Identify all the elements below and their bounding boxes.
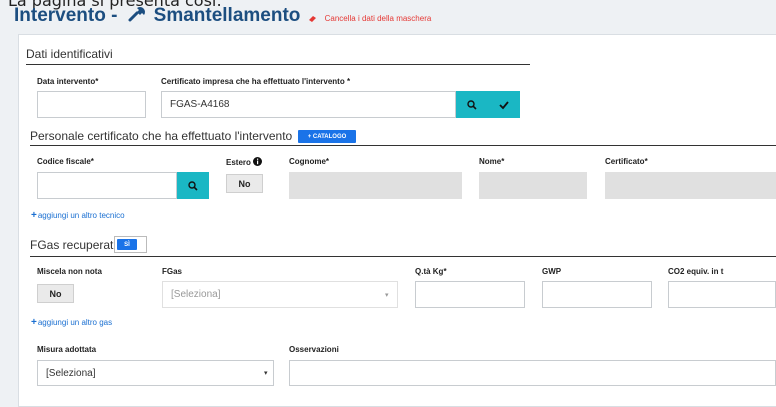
search-button[interactable] — [456, 91, 488, 118]
clear-form-link[interactable]: Cancella i dati della maschera — [325, 14, 432, 23]
osservazioni-label: Osservazioni — [289, 345, 339, 354]
wrench-icon — [128, 6, 145, 22]
misura-select[interactable]: [Seleziona] ▾ — [37, 360, 274, 386]
miscela-toggle[interactable]: No — [37, 284, 74, 303]
search-codice-button[interactable] — [177, 172, 209, 199]
plus-icon: + — [31, 210, 37, 221]
info-icon — [253, 157, 263, 166]
add-technician-label: aggiungi un altro tecnico — [37, 211, 125, 220]
section-divider — [26, 64, 530, 65]
codice-fiscale-input[interactable] — [37, 172, 177, 199]
fgas-toggle[interactable]: SÌ — [114, 236, 147, 253]
estero-label: Estero — [226, 157, 263, 167]
page-title: Intervento - Smantellamento Cancella i d… — [14, 5, 431, 27]
fgas-toggle-on: SÌ — [117, 239, 137, 250]
section-title-fgas: FGas recuperati — [30, 238, 117, 252]
estero-label-text: Estero — [226, 158, 251, 167]
title-main: Smantellamento — [153, 5, 301, 26]
misura-label: Misura adottata — [37, 345, 97, 354]
section-divider — [30, 256, 776, 257]
osservazioni-input[interactable] — [289, 360, 776, 386]
add-gas-label: aggiungi un altro gas — [37, 318, 113, 327]
data-intervento-label: Data intervento* — [37, 77, 99, 86]
form-panel — [18, 34, 776, 407]
cognome-field — [289, 172, 462, 199]
fgas-label: FGas — [162, 267, 183, 276]
certificato-field — [605, 172, 776, 199]
fgas-select-value: [Seleziona] — [171, 289, 221, 300]
section-divider — [30, 145, 776, 146]
certificato-label: Certificato* — [605, 157, 648, 166]
qta-input[interactable] — [415, 281, 525, 308]
fgas-select[interactable]: [Seleziona] ▾ — [162, 281, 398, 308]
add-technician-link[interactable]: +aggiungi un altro tecnico — [31, 210, 125, 221]
catalog-button[interactable]: + CATALOGO — [298, 130, 356, 143]
nome-label: Nome* — [479, 157, 505, 166]
certificato-impresa-input[interactable]: FGAS-A4168 — [161, 91, 456, 118]
data-intervento-input[interactable] — [37, 91, 146, 118]
codice-fiscale-label: Codice fiscale* — [37, 157, 94, 166]
certificato-impresa-value: FGAS-A4168 — [170, 99, 230, 110]
qta-label: Q.tà Kg* — [415, 267, 447, 276]
section-title-personale: Personale certificato che ha effettuato … — [30, 129, 293, 143]
co2-label: CO2 equiv. in t — [668, 267, 724, 276]
misura-select-value: [Seleziona] — [46, 367, 96, 379]
gwp-label: GWP — [542, 267, 562, 276]
estero-toggle[interactable]: No — [226, 174, 263, 193]
section-title-dati: Dati identificativi — [26, 47, 113, 61]
gwp-input[interactable] — [542, 281, 652, 308]
add-gas-link[interactable]: +aggiungi un altro gas — [31, 317, 112, 328]
chevron-down-icon: ▾ — [385, 292, 389, 299]
miscela-label: Miscela non nota — [37, 267, 102, 276]
co2-input[interactable] — [668, 281, 776, 308]
search-icon — [188, 180, 198, 191]
title-prefix: Intervento - — [14, 5, 118, 26]
search-icon — [467, 99, 477, 110]
plus-icon: + — [31, 317, 37, 328]
nome-field — [479, 172, 587, 199]
chevron-down-icon: ▾ — [264, 370, 268, 377]
confirm-button[interactable] — [488, 91, 520, 118]
certificato-impresa-label: Certificato impresa che ha effettuato l'… — [161, 77, 351, 86]
check-icon — [499, 100, 509, 109]
eraser-icon[interactable] — [308, 15, 317, 22]
cognome-label: Cognome* — [289, 157, 329, 166]
